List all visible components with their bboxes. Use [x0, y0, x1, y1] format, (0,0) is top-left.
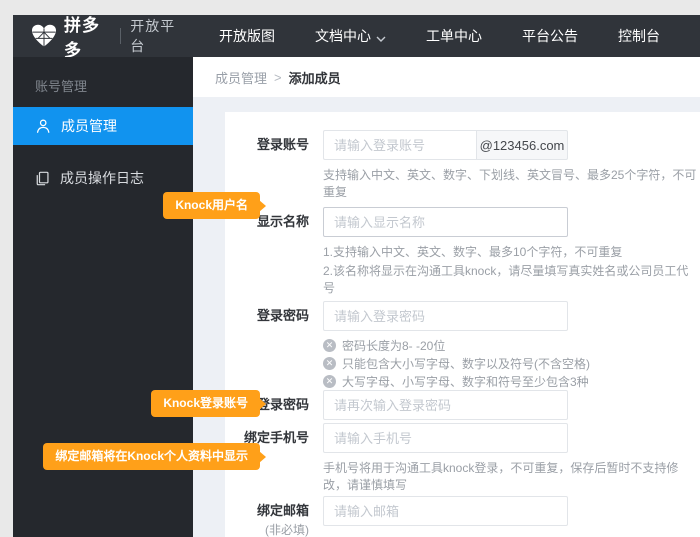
- email-label-text: 绑定邮箱: [257, 503, 309, 518]
- nav-item-doc-center-label: 文档中心: [315, 26, 371, 46]
- display-name-row: 显示名称 1.支持输入中文、英文、数字、最多10个字符，不可重复 2.该名称将显…: [225, 207, 700, 297]
- sidebar-item-label: 成员管理: [61, 116, 117, 136]
- login-account-input[interactable]: [323, 130, 476, 160]
- nav-item-ticket-center[interactable]: 工单中心: [426, 26, 482, 46]
- knock-username-callout: Knock用户名: [163, 192, 260, 219]
- x-circle-icon: ✕: [323, 357, 336, 370]
- brand-divider: [120, 28, 121, 44]
- nav-item-open-map[interactable]: 开放版图: [219, 26, 275, 46]
- chevron-down-icon: [376, 29, 386, 45]
- display-name-help-2: 2.该名称将显示在沟通工具knock，请尽量填写真实姓名或公司员工代号: [323, 263, 700, 297]
- login-account-label: 登录账号: [225, 130, 323, 201]
- email-label: 绑定邮箱 (非必填): [225, 496, 323, 537]
- email-label-optional: (非必填): [225, 522, 309, 537]
- nav-menu: 开放版图 文档中心 工单中心 平台公告 控制台: [219, 26, 700, 46]
- login-account-domain-addon: @123456.com: [476, 130, 568, 160]
- phone-input[interactable]: [323, 423, 568, 453]
- email-input[interactable]: [323, 496, 568, 526]
- breadcrumb: 成员管理 > 添加成员: [193, 57, 700, 97]
- knock-login-account-callout: Knock登录账号: [151, 390, 260, 417]
- login-account-help: 支持输入中文、英文、数字、下划线、英文冒号、最多25个字符，不可重复: [323, 167, 700, 201]
- display-name-label: 显示名称: [225, 207, 323, 297]
- pinduoduo-logo-icon: [31, 24, 57, 48]
- brand-subtitle: 开放平台: [130, 16, 183, 56]
- main-area: 成员管理 > 添加成员 登录账号 @123456.com 支持输入中文、: [193, 57, 700, 537]
- sidebar-section-title: 账号管理: [13, 57, 193, 107]
- confirm-password-row: 确认登录密码: [225, 390, 700, 420]
- password-rules: ✕ 密码长度为8- -20位 ✕ 只能包含大小写字母、数字以及符号(不含空格) …: [323, 336, 590, 390]
- password-label: 登录密码: [225, 301, 323, 390]
- password-rule: ✕ 大写字母、小写字母、数字和符号至少包含3种: [323, 372, 590, 390]
- x-circle-icon: ✕: [323, 375, 336, 388]
- brand-name: 拼多多: [64, 11, 111, 61]
- email-row: 绑定邮箱 (非必填): [225, 496, 700, 537]
- confirm-password-input[interactable]: [323, 390, 568, 420]
- password-rule-text: 大写字母、小写字母、数字和符号至少包含3种: [342, 373, 589, 390]
- display-name-help-1: 1.支持输入中文、英文、数字、最多10个字符，不可重复: [323, 244, 700, 261]
- login-account-row: 登录账号 @123456.com 支持输入中文、英文、数字、下划线、英文冒号、最…: [225, 130, 700, 201]
- add-member-form-card: 登录账号 @123456.com 支持输入中文、英文、数字、下划线、英文冒号、最…: [225, 112, 700, 537]
- phone-help: 手机号将用于沟通工具knock登录，不可重复，保存后暂时不支持修改，请谨慎填写: [323, 460, 700, 494]
- password-rule: ✕ 只能包含大小写字母、数字以及符号(不含空格): [323, 354, 590, 372]
- nav-item-doc-center[interactable]: 文档中心: [315, 26, 386, 46]
- brand[interactable]: 拼多多 开放平台: [31, 11, 183, 61]
- phone-row: 绑定手机号 手机号将用于沟通工具knock登录，不可重复，保存后暂时不支持修改，…: [225, 423, 700, 494]
- log-document-icon: [35, 171, 50, 186]
- sidebar-item-member-management[interactable]: 成员管理: [13, 107, 193, 145]
- nav-item-console[interactable]: 控制台: [618, 26, 660, 46]
- breadcrumb-parent[interactable]: 成员管理: [215, 68, 267, 87]
- top-navbar: 拼多多 开放平台 开放版图 文档中心 工单中心 平台公告 控制台: [13, 15, 700, 57]
- page-frame: 拼多多 开放平台 开放版图 文档中心 工单中心 平台公告 控制台 账: [0, 0, 700, 537]
- user-icon: [35, 118, 51, 134]
- password-input[interactable]: [323, 301, 568, 331]
- nav-item-platform-announcements[interactable]: 平台公告: [522, 26, 578, 46]
- password-row: 登录密码 ✕ 密码长度为8- -20位 ✕ 只能包含大小写字母、数字: [225, 301, 700, 390]
- breadcrumb-current: 添加成员: [289, 68, 341, 87]
- breadcrumb-separator: >: [274, 70, 282, 85]
- email-knock-profile-callout: 绑定邮箱将在Knock个人资料中显示: [43, 443, 260, 470]
- password-rule-text: 密码长度为8- -20位: [342, 337, 445, 354]
- display-name-input[interactable]: [323, 207, 568, 237]
- password-rule-text: 只能包含大小写字母、数字以及符号(不含空格): [342, 355, 590, 372]
- x-circle-icon: ✕: [323, 339, 336, 352]
- sidebar-item-label: 成员操作日志: [60, 168, 144, 188]
- password-rule: ✕ 密码长度为8- -20位: [323, 336, 590, 354]
